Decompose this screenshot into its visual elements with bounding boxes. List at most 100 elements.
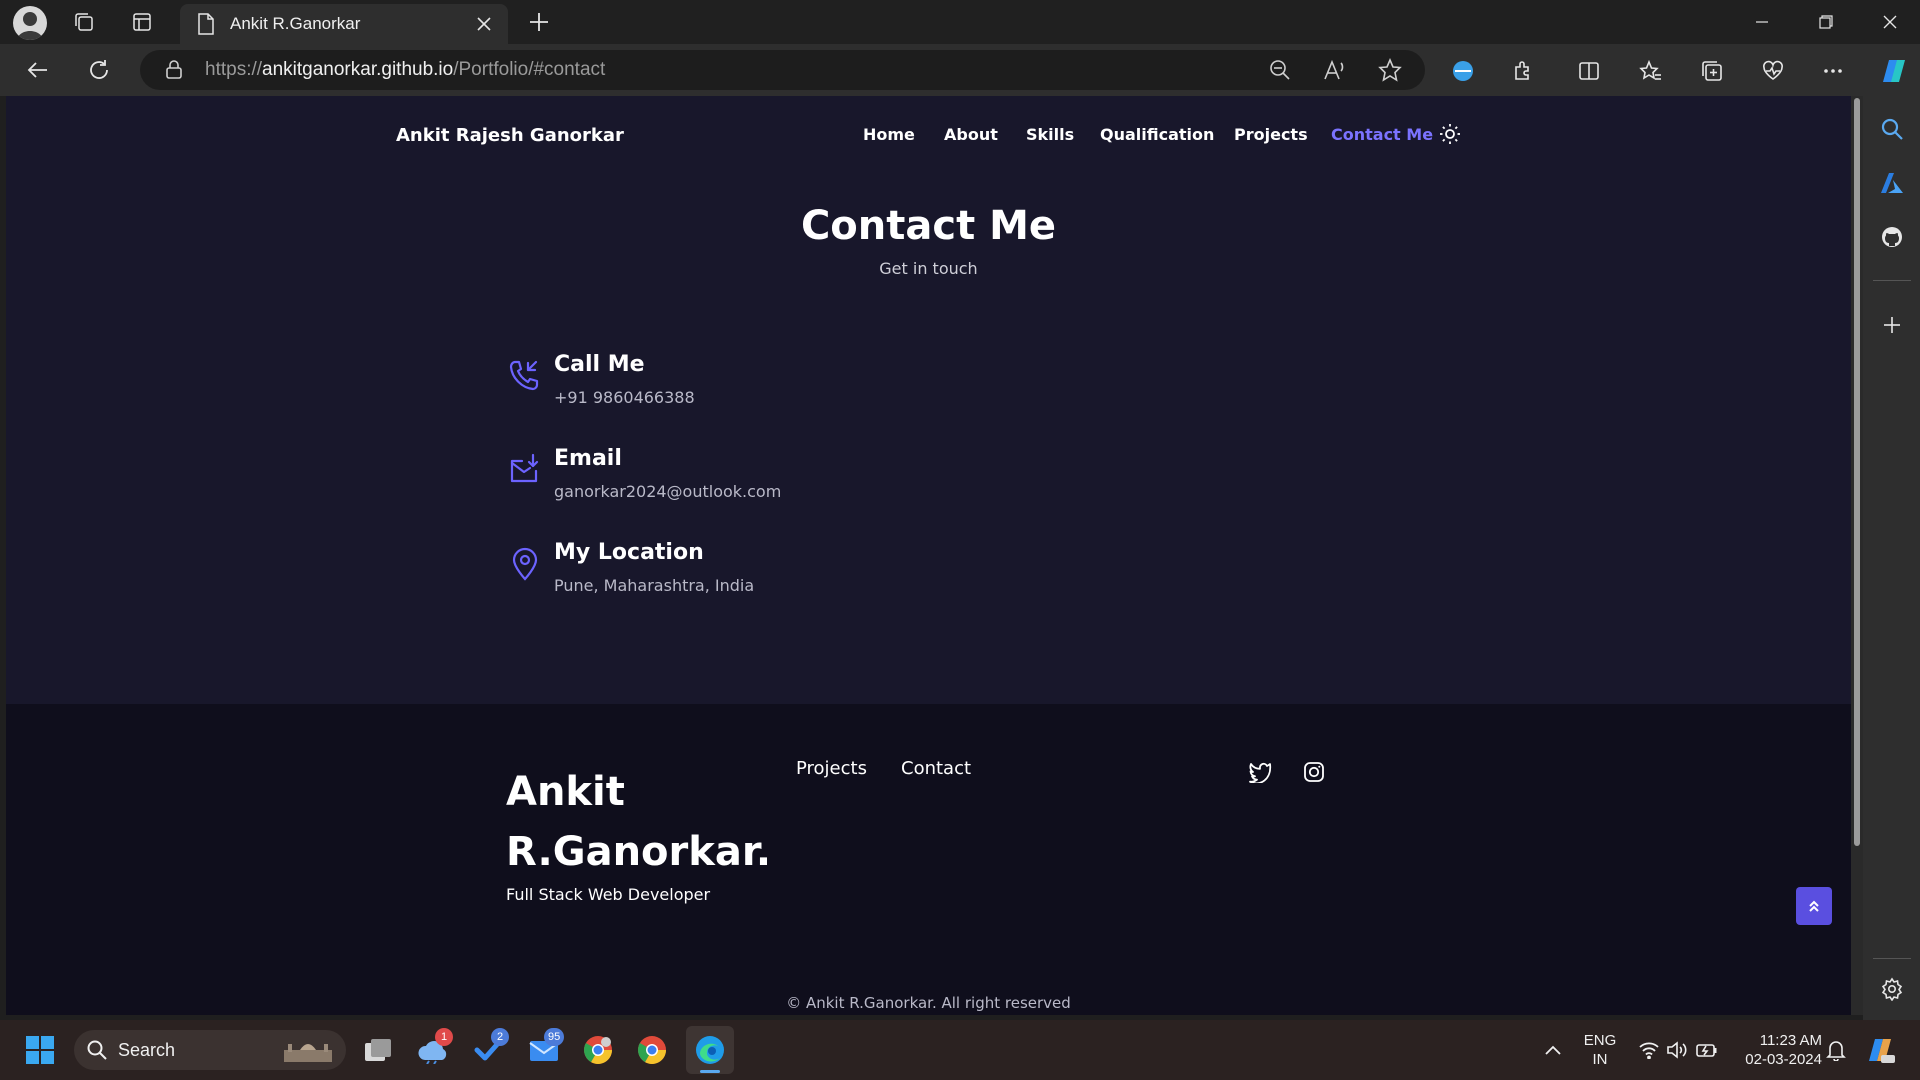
site-footer: Ankit R.Ganorkar. Full Stack Web Develop…: [6, 704, 1851, 1015]
footer-name-line1: Ankit: [506, 769, 625, 815]
task-view-icon[interactable]: [358, 1030, 398, 1070]
more-options-icon[interactable]: [1816, 54, 1850, 88]
show-hidden-icons-chevron-up-icon[interactable]: [1533, 1030, 1573, 1070]
minimize-window-icon[interactable]: [1734, 4, 1790, 40]
github-icon[interactable]: [1875, 220, 1909, 254]
address-bar[interactable]: https://ankitganorkar.github.io/Portfoli…: [140, 50, 1425, 90]
url-text[interactable]: https://ankitganorkar.github.io/Portfoli…: [205, 59, 605, 81]
nav-link-projects[interactable]: Projects: [1234, 125, 1308, 144]
browser-tab-bar: Ankit R.Ganorkar: [0, 0, 1920, 44]
windows-taskbar: Search 1 2 95 ENG IN 11:23 AM 02-03-2024: [0, 1020, 1920, 1080]
profile-avatar[interactable]: [13, 6, 47, 40]
weather-app-icon[interactable]: 1: [413, 1028, 453, 1070]
clock-time: 11:23 AM: [1759, 1032, 1822, 1049]
read-aloud-icon[interactable]: [1319, 54, 1351, 86]
extensions-icon[interactable]: [1507, 54, 1541, 88]
edge-browser-icon[interactable]: [686, 1026, 734, 1074]
phone-icon: [508, 358, 540, 396]
back-icon[interactable]: [20, 52, 56, 88]
favorite-star-icon[interactable]: [1374, 54, 1406, 86]
email-address[interactable]: ganorkar2024@outlook.com: [554, 482, 781, 501]
footer-name-line2: R.Ganorkar.: [506, 829, 772, 875]
battery-charging-icon[interactable]: [1687, 1030, 1727, 1070]
site-brand-logo[interactable]: Ankit Rajesh Ganorkar: [396, 125, 624, 146]
restore-window-icon[interactable]: [1798, 4, 1854, 40]
split-screen-icon[interactable]: [1572, 54, 1606, 88]
search-icon[interactable]: [1875, 112, 1909, 146]
nav-link-home[interactable]: Home: [863, 125, 915, 144]
language-line2: IN: [1592, 1051, 1608, 1068]
add-sidebar-app-icon[interactable]: [1875, 308, 1909, 342]
phone-number[interactable]: +91 9860466388: [554, 388, 695, 407]
page-scrollbar-thumb[interactable]: [1854, 98, 1860, 846]
location-pin-icon: [511, 547, 539, 585]
nav-link-contact[interactable]: Contact Me: [1331, 125, 1433, 144]
new-tab-icon[interactable]: [523, 6, 555, 38]
vertical-tabs-icon[interactable]: [126, 6, 158, 38]
web-page-viewport: Ankit Rajesh Ganorkar Home About Skills …: [6, 96, 1851, 1015]
url-host: ankitganorkar.github.io: [262, 59, 454, 80]
nav-link-skills[interactable]: Skills: [1026, 125, 1074, 144]
browser-toolbar: https://ankitganorkar.github.io/Portfoli…: [0, 44, 1920, 96]
email-title: Email: [554, 446, 622, 471]
browser-essentials-icon[interactable]: [1756, 54, 1790, 88]
instagram-icon[interactable]: [1303, 761, 1325, 787]
zoom-out-icon[interactable]: [1264, 54, 1296, 86]
nav-link-qualification[interactable]: Qualification: [1100, 125, 1214, 144]
footer-link-contact[interactable]: Contact: [901, 758, 971, 779]
footer-copyright: © Ankit R.Ganorkar. All right reserved: [786, 994, 1071, 1012]
location-title: My Location: [554, 540, 704, 565]
browser-tab-active[interactable]: Ankit R.Ganorkar: [180, 4, 508, 44]
url-path: /Portfolio/#contact: [453, 59, 606, 80]
search-icon: [86, 1039, 108, 1065]
section-subtitle: Get in touch: [879, 259, 978, 278]
footer-name: Ankit R.Ganorkar.: [506, 762, 772, 882]
contact-section: Ankit Rajesh Ganorkar Home About Skills …: [6, 96, 1851, 704]
twitter-icon[interactable]: [1248, 761, 1272, 787]
todo-badge: 2: [491, 1028, 509, 1046]
clock-date: 02-03-2024: [1745, 1051, 1822, 1068]
url-scheme: https://: [205, 59, 263, 80]
close-tab-icon[interactable]: [468, 8, 500, 40]
edge-sidebar: [1863, 96, 1920, 1020]
page-icon: [196, 12, 216, 40]
tab-title: Ankit R.Ganorkar: [230, 14, 361, 33]
taskbar-search-box[interactable]: Search: [74, 1030, 346, 1070]
footer-link-projects[interactable]: Projects: [796, 758, 867, 779]
clock[interactable]: 11:23 AM 02-03-2024: [1730, 1031, 1822, 1069]
call-me-title: Call Me: [554, 352, 645, 377]
copilot-preview-icon[interactable]: [1860, 1030, 1900, 1070]
collections-icon[interactable]: [1695, 54, 1729, 88]
location-value: Pune, Maharashtra, India: [554, 576, 755, 595]
notification-bell-icon[interactable]: [1816, 1030, 1856, 1070]
mail-icon: [508, 453, 540, 489]
input-language-indicator[interactable]: ENG IN: [1578, 1031, 1622, 1069]
chrome-profile-icon[interactable]: [578, 1030, 618, 1070]
weather-badge: 1: [435, 1028, 453, 1046]
active-app-indicator: [700, 1070, 720, 1073]
close-window-icon[interactable]: [1862, 4, 1918, 40]
search-highlight-icon: [280, 1036, 336, 1068]
vpn-globe-icon[interactable]: [1446, 54, 1480, 88]
favorites-icon[interactable]: [1634, 54, 1668, 88]
theme-toggle-sun-icon[interactable]: [1439, 123, 1461, 149]
search-label: Search: [118, 1040, 176, 1060]
workspaces-icon[interactable]: [68, 6, 100, 38]
copilot-icon[interactable]: [1873, 52, 1911, 90]
page-scrollbar[interactable]: [1851, 96, 1863, 1015]
mail-app-icon[interactable]: 95: [524, 1028, 565, 1070]
sidebar-settings-icon[interactable]: [1875, 972, 1909, 1006]
mail-badge: 95: [544, 1028, 565, 1046]
todo-app-icon[interactable]: 2: [469, 1028, 509, 1070]
windows-start-icon[interactable]: [20, 1030, 60, 1070]
nav-link-about[interactable]: About: [944, 125, 998, 144]
scroll-to-top-button[interactable]: [1796, 887, 1832, 925]
section-title: Contact Me: [800, 203, 1057, 249]
chrome-icon[interactable]: [632, 1030, 672, 1070]
lock-icon[interactable]: [158, 54, 190, 86]
language-line1: ENG: [1583, 1032, 1617, 1049]
portfolio-page: Ankit Rajesh Ganorkar Home About Skills …: [6, 96, 1851, 1015]
footer-role: Full Stack Web Developer: [506, 885, 711, 904]
refresh-icon[interactable]: [81, 52, 117, 88]
azure-icon[interactable]: [1875, 166, 1909, 200]
